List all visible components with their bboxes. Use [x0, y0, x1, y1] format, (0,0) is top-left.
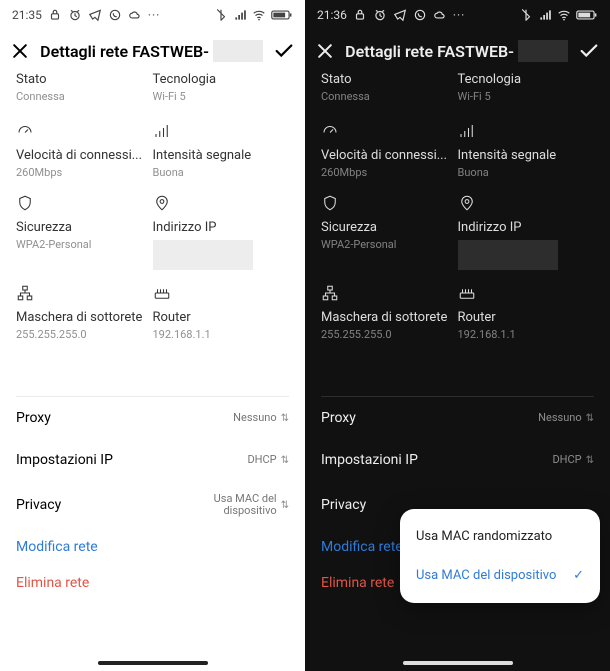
shield-icon: [321, 194, 339, 212]
row-proxy[interactable]: Proxy Nessuno ⇅: [16, 397, 289, 439]
close-button[interactable]: [315, 40, 335, 62]
battery-icon: [271, 8, 293, 22]
confirm-button[interactable]: [578, 40, 600, 62]
confirm-button[interactable]: [273, 40, 295, 62]
title-bar: Dettagli rete FASTWEB-: [0, 30, 305, 72]
row-proxy[interactable]: Proxy Nessuno ⇅: [321, 397, 594, 439]
popup-option-random-mac[interactable]: Usa MAC randomizzato: [400, 517, 600, 556]
wifi-icon: [252, 8, 266, 22]
alarm-icon: [68, 8, 82, 22]
cell-state: Stato Connessa: [321, 72, 458, 112]
ip-icon: [153, 194, 171, 212]
clock: 21:36: [317, 8, 347, 22]
cell-signal: Intensità segnale Buona: [458, 112, 595, 184]
chevron-updown-icon: ⇅: [586, 413, 594, 424]
nav-handle[interactable]: [403, 661, 513, 665]
title-bar: Dettagli rete FASTWEB-: [305, 30, 610, 72]
modify-network-link[interactable]: Modifica rete: [16, 529, 289, 565]
cell-router: Router 192.168.1.1: [153, 274, 290, 346]
page-title: Dettagli rete FASTWEB-: [40, 40, 263, 62]
close-button[interactable]: [10, 40, 30, 62]
redacted-ssid: [213, 40, 263, 62]
ip-icon: [458, 194, 476, 212]
chevron-updown-icon: ⇅: [586, 455, 594, 466]
gauge-icon: [321, 122, 339, 140]
bars-icon: [153, 122, 171, 140]
clock: 21:35: [12, 8, 42, 22]
router-icon: [458, 284, 476, 302]
lock-icon: [353, 8, 367, 22]
network-icon: [16, 284, 34, 302]
cell-speed: Velocità di connessi... 260Mbps: [321, 112, 458, 184]
cell-security: Sicurezza WPA2-Personal: [321, 184, 458, 274]
row-ip-settings[interactable]: Impostazioni IP DHCP ⇅: [321, 439, 594, 481]
check-icon: ✓: [573, 568, 584, 583]
signal-icon: [538, 8, 552, 22]
router-icon: [153, 284, 171, 302]
cell-ip: Indirizzo IP: [153, 184, 290, 274]
battery-icon: [576, 8, 598, 22]
status-bar: 21:35 ···: [0, 0, 305, 30]
chevron-updown-icon: ⇅: [281, 413, 289, 424]
lock-icon: [48, 8, 62, 22]
cloud-icon: [128, 8, 142, 22]
cell-speed: Velocità di connessi... 260Mbps: [16, 112, 153, 184]
redacted-ssid: [518, 40, 568, 62]
telegram-icon: [88, 8, 102, 22]
cell-state: Stato Connessa: [16, 72, 153, 112]
cell-technology: Tecnologia Wi-Fi 5: [458, 72, 595, 112]
redacted-ip: [458, 240, 558, 270]
shield-icon: [16, 194, 34, 212]
row-ip-settings[interactable]: Impostazioni IP DHCP ⇅: [16, 439, 289, 481]
page-title: Dettagli rete FASTWEB-: [345, 40, 568, 62]
more-icon: ···: [148, 8, 160, 22]
popup-option-device-mac[interactable]: Usa MAC del dispositivo ✓: [400, 556, 600, 595]
privacy-popup: Usa MAC randomizzato Usa MAC del disposi…: [400, 509, 600, 603]
bluetooth-icon: [214, 8, 228, 22]
alarm-icon: [373, 8, 387, 22]
cloud-icon: [433, 8, 447, 22]
whatsapp-icon: [413, 8, 427, 22]
bluetooth-icon: [519, 8, 533, 22]
cell-mask: Maschera di sottorete 255.255.255.0: [321, 274, 458, 346]
row-privacy[interactable]: Privacy Usa MAC del dispositivo ⇅: [16, 481, 289, 529]
gauge-icon: [16, 122, 34, 140]
nav-handle[interactable]: [98, 661, 208, 665]
redacted-ip: [153, 240, 253, 270]
telegram-icon: [393, 8, 407, 22]
chevron-updown-icon: ⇅: [281, 455, 289, 466]
chevron-updown-icon: ⇅: [281, 500, 289, 511]
wifi-icon: [557, 8, 571, 22]
whatsapp-icon: [108, 8, 122, 22]
more-icon: ···: [453, 8, 465, 22]
status-bar: 21:36 ···: [305, 0, 610, 30]
cell-security: Sicurezza WPA2-Personal: [16, 184, 153, 274]
cell-technology: Tecnologia Wi-Fi 5: [153, 72, 290, 112]
network-icon: [321, 284, 339, 302]
delete-network-link[interactable]: Elimina rete: [16, 565, 289, 609]
cell-ip: Indirizzo IP: [458, 184, 595, 274]
cell-router: Router 192.168.1.1: [458, 274, 595, 346]
bars-icon: [458, 122, 476, 140]
cell-signal: Intensità segnale Buona: [153, 112, 290, 184]
signal-icon: [233, 8, 247, 22]
cell-mask: Maschera di sottorete 255.255.255.0: [16, 274, 153, 346]
